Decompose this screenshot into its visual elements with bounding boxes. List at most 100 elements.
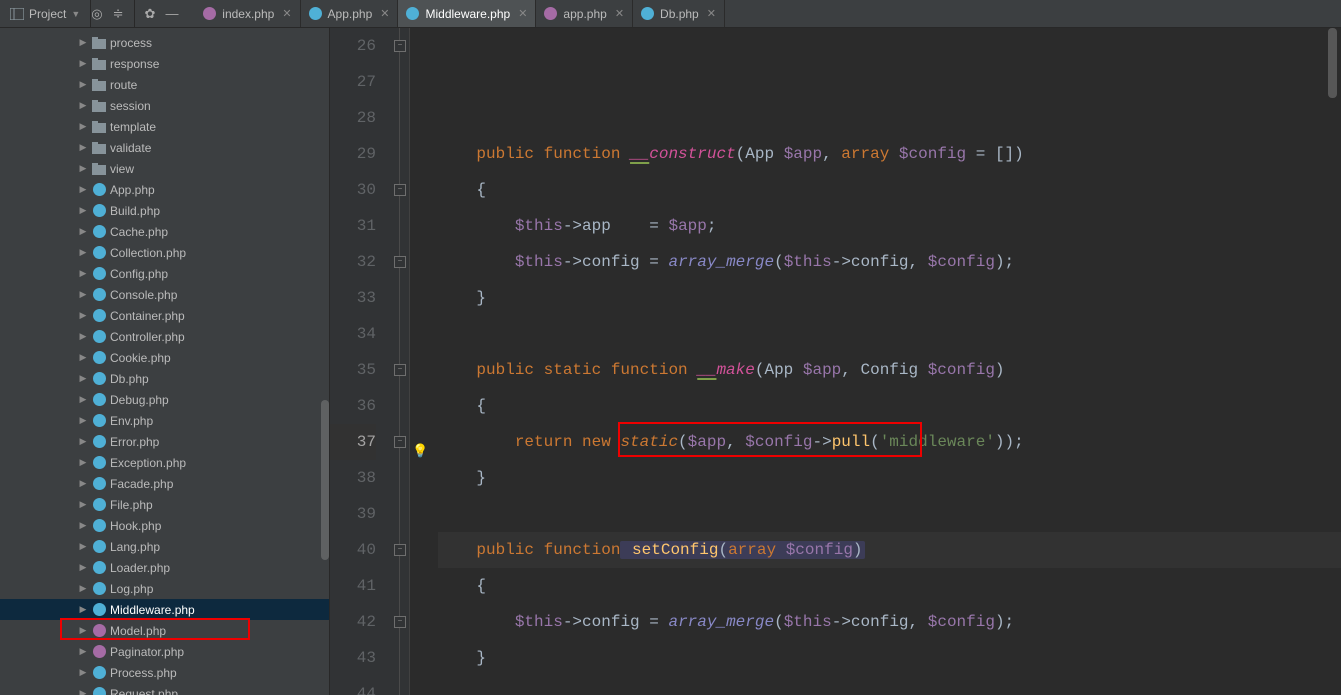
code-line[interactable] [438,676,1341,695]
file-item[interactable]: ▶Collection.php [0,242,329,263]
file-item[interactable]: ▶Error.php [0,431,329,452]
folder-item[interactable]: ▶view [0,158,329,179]
expand-arrow-icon[interactable]: ▶ [78,499,88,510]
file-item[interactable]: ▶Db.php [0,368,329,389]
expand-arrow-icon[interactable]: ▶ [78,373,88,384]
file-item[interactable]: ▶Controller.php [0,326,329,347]
code-line[interactable]: public static function __make(App $app, … [438,352,1341,388]
file-item[interactable]: ▶Container.php [0,305,329,326]
fold-open-icon[interactable]: − [394,436,406,448]
expand-arrow-icon[interactable]: ▶ [78,352,88,363]
expand-arrow-icon[interactable]: ▶ [78,310,88,321]
file-item[interactable]: ▶File.php [0,494,329,515]
close-icon[interactable]: ✕ [707,7,716,20]
folder-item[interactable]: ▶process [0,32,329,53]
expand-arrow-icon[interactable]: ▶ [78,100,88,111]
code-editor[interactable]: 26272829303132333435363738394041424344 −… [330,28,1341,695]
tab-db-php[interactable]: Db.php✕ [633,0,725,27]
file-item[interactable]: ▶Middleware.php [0,599,329,620]
file-item[interactable]: ▶Process.php [0,662,329,683]
code-line[interactable] [438,316,1341,352]
fold-open-icon[interactable]: − [394,40,406,52]
file-item[interactable]: ▶Log.php [0,578,329,599]
fold-close-icon[interactable]: − [394,364,406,376]
expand-arrow-icon[interactable]: ▶ [78,478,88,489]
scrollbar-thumb[interactable] [321,400,329,560]
code-line[interactable]: { [438,568,1341,604]
expand-arrow-icon[interactable]: ▶ [78,604,88,615]
code-line[interactable]: public function __construct(App $app, ar… [438,136,1341,172]
file-item[interactable]: ▶Env.php [0,410,329,431]
fold-open-icon[interactable]: − [394,256,406,268]
file-item[interactable]: ▶Hook.php [0,515,329,536]
expand-arrow-icon[interactable]: ▶ [78,541,88,552]
expand-arrow-icon[interactable]: ▶ [78,394,88,405]
fold-close-icon[interactable]: − [394,184,406,196]
project-sidebar[interactable]: ▶process▶response▶route▶session▶template… [0,28,330,695]
expand-arrow-icon[interactable]: ▶ [78,331,88,342]
gear-icon[interactable]: ✿ [145,6,156,22]
file-item[interactable]: ▶Console.php [0,284,329,305]
expand-arrow-icon[interactable]: ▶ [78,583,88,594]
close-icon[interactable]: ✕ [615,7,624,20]
file-item[interactable]: ▶Paginator.php [0,641,329,662]
close-icon[interactable]: ✕ [518,7,527,20]
expand-arrow-icon[interactable]: ▶ [78,457,88,468]
file-item[interactable]: ▶Request.php [0,683,329,695]
expand-arrow-icon[interactable]: ▶ [78,184,88,195]
code-line[interactable]: $this->config = array_merge($this->confi… [438,604,1341,640]
tab-app-php[interactable]: app.php✕ [536,0,633,27]
expand-arrow-icon[interactable]: ▶ [78,142,88,153]
expand-arrow-icon[interactable]: ▶ [78,79,88,90]
code-line[interactable]: { [438,388,1341,424]
expand-arrow-icon[interactable]: ▶ [78,436,88,447]
expand-arrow-icon[interactable]: ▶ [78,688,88,695]
code-line[interactable]: public function setConfig(array $config) [438,532,1341,568]
file-item[interactable]: ▶Cache.php [0,221,329,242]
code-line[interactable]: } [438,280,1341,316]
code-line[interactable]: } [438,640,1341,676]
expand-arrow-icon[interactable]: ▶ [78,37,88,48]
expand-arrow-icon[interactable]: ▶ [78,163,88,174]
target-icon[interactable]: ◎ [91,6,102,22]
file-item[interactable]: ▶Model.php [0,620,329,641]
intention-bulb-icon[interactable]: 💡 [412,434,428,470]
expand-arrow-icon[interactable]: ▶ [78,625,88,636]
collapse-icon[interactable]: ≑ [113,6,124,22]
file-item[interactable]: ▶App.php [0,179,329,200]
file-item[interactable]: ▶Config.php [0,263,329,284]
file-item[interactable]: ▶Facade.php [0,473,329,494]
fold-close-icon[interactable]: − [394,544,406,556]
project-panel-tab[interactable]: Project ▼ [0,0,91,27]
close-icon[interactable]: ✕ [282,7,291,20]
expand-arrow-icon[interactable]: ▶ [78,646,88,657]
expand-arrow-icon[interactable]: ▶ [78,121,88,132]
expand-arrow-icon[interactable]: ▶ [78,205,88,216]
scrollbar-thumb[interactable] [1328,28,1337,98]
folder-item[interactable]: ▶route [0,74,329,95]
expand-arrow-icon[interactable]: ▶ [78,226,88,237]
tab-middleware-php[interactable]: Middleware.php✕ [398,0,536,27]
code-line[interactable]: $this->app = $app; [438,208,1341,244]
expand-arrow-icon[interactable]: ▶ [78,289,88,300]
file-item[interactable]: ▶Exception.php [0,452,329,473]
expand-arrow-icon[interactable]: ▶ [78,247,88,258]
file-item[interactable]: ▶Cookie.php [0,347,329,368]
expand-arrow-icon[interactable]: ▶ [78,415,88,426]
tab-app-php[interactable]: App.php✕ [301,0,399,27]
code-line[interactable] [438,496,1341,532]
minimize-icon[interactable]: — [165,6,178,21]
expand-arrow-icon[interactable]: ▶ [78,562,88,573]
folder-item[interactable]: ▶template [0,116,329,137]
code-line[interactable]: { [438,172,1341,208]
fold-open-icon[interactable]: − [394,616,406,628]
expand-arrow-icon[interactable]: ▶ [78,667,88,678]
folder-item[interactable]: ▶response [0,53,329,74]
expand-arrow-icon[interactable]: ▶ [78,58,88,69]
expand-arrow-icon[interactable]: ▶ [78,268,88,279]
tab-index-php[interactable]: index.php✕ [195,0,300,27]
close-icon[interactable]: ✕ [380,7,389,20]
folder-item[interactable]: ▶session [0,95,329,116]
file-item[interactable]: ▶Debug.php [0,389,329,410]
code-area[interactable]: public function __construct(App $app, ar… [430,28,1341,695]
